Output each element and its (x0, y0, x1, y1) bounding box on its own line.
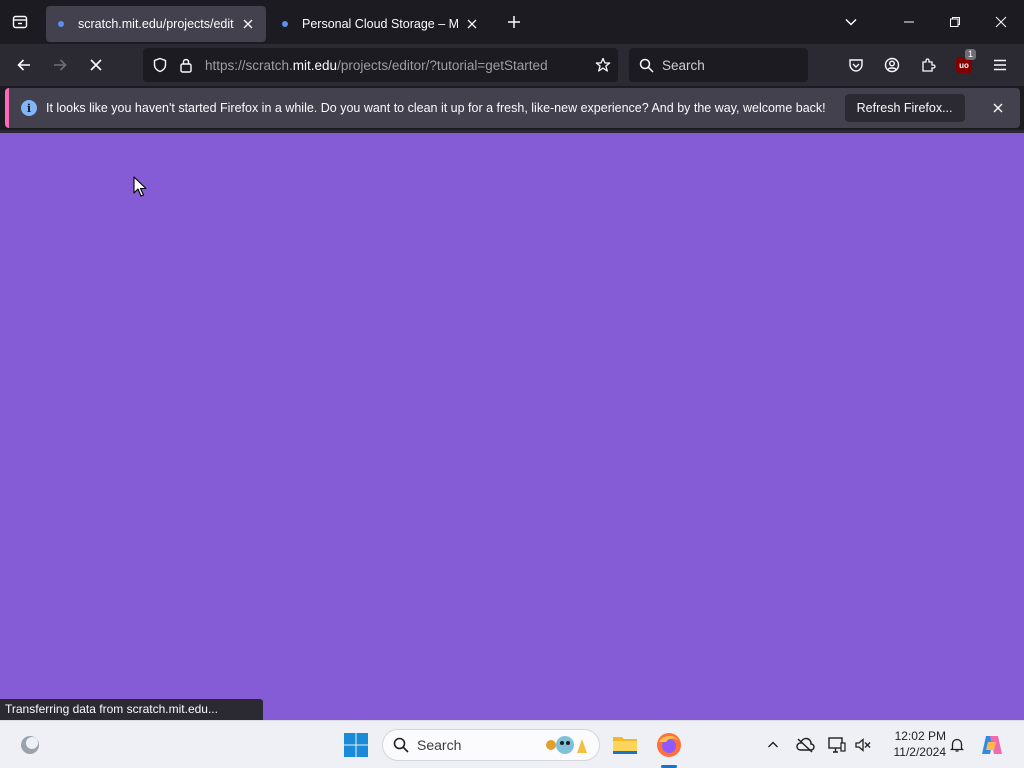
firefox-taskbar-icon[interactable] (653, 729, 685, 761)
list-all-tabs-button[interactable] (828, 0, 874, 44)
taskbar-clock[interactable]: 12:02 PM 11/2/2024 (880, 728, 947, 760)
refresh-firefox-button[interactable]: Refresh Firefox... (844, 94, 965, 122)
app-menu-button[interactable] (982, 49, 1018, 81)
ublock-origin-button[interactable]: uo 1 (946, 49, 982, 81)
url-domain: mit.edu (292, 57, 338, 73)
tab-close-icon[interactable] (464, 16, 480, 32)
notification-close-icon[interactable] (988, 98, 1008, 118)
minimize-button[interactable] (886, 0, 932, 44)
toolbar-buttons: uo 1 (838, 49, 1018, 81)
url-prefix: https://scratch. (205, 57, 293, 73)
notification-message: It looks like you haven't started Firefo… (46, 101, 826, 115)
puzzle-icon (922, 58, 936, 72)
account-button[interactable] (874, 49, 910, 81)
forward-arrow-icon (54, 59, 67, 71)
back-arrow-icon (17, 59, 30, 71)
status-panel: Transferring data from scratch.mit.edu..… (0, 699, 263, 720)
page-content-loading[interactable] (0, 133, 1024, 720)
search-bar[interactable]: Search (629, 48, 808, 82)
back-button[interactable] (6, 49, 42, 81)
account-icon (884, 57, 900, 73)
show-hidden-icons-chevron-up-icon[interactable] (763, 735, 783, 755)
tab-onedrive[interactable]: Personal Cloud Storage – Microsoft OneDr… (270, 6, 490, 42)
restore-icon (950, 17, 960, 27)
window-controls (828, 0, 1024, 44)
desktop-screen: scratch.mit.edu/projects/editor/?tutoria… (0, 0, 1024, 768)
taskbar-search-box[interactable]: Search (382, 729, 600, 761)
search-icon (639, 58, 654, 73)
minimize-icon (904, 21, 914, 23)
clock-date: 11/2/2024 (893, 745, 947, 759)
close-window-button[interactable] (978, 0, 1024, 44)
new-tab-button[interactable] (498, 6, 530, 38)
volume-muted-icon[interactable] (853, 735, 873, 755)
notification-bell-icon[interactable] (947, 735, 967, 755)
taskbar-search-placeholder: Search (417, 737, 462, 753)
clock-time: 12:02 PM (894, 729, 946, 743)
tab-strip: scratch.mit.edu/projects/editor/?tutoria… (0, 0, 1024, 44)
tab-title: Personal Cloud Storage – Microsoft OneDr… (302, 17, 458, 31)
windows-taskbar: Search 12:02 PM 11/2/2024 (0, 720, 1024, 768)
url-path: /projects/editor/?tutorial=getStarted (337, 57, 548, 73)
search-highlight-illustration-icon (546, 736, 587, 754)
chevron-down-icon (845, 18, 857, 26)
info-icon: i (21, 100, 37, 116)
network-display-icon[interactable] (827, 735, 847, 755)
mouse-cursor-icon (133, 176, 147, 203)
forward-button[interactable] (42, 49, 78, 81)
windows-start-icon[interactable] (343, 732, 369, 758)
restore-button[interactable] (932, 0, 978, 44)
tab-loading-dot-icon (58, 21, 64, 27)
pocket-icon (849, 59, 863, 72)
refresh-firefox-notification: i It looks like you haven't started Fire… (5, 88, 1020, 128)
stop-loading-button[interactable] (78, 49, 114, 81)
tab-loading-dot-icon (282, 21, 288, 27)
lock-icon[interactable] (173, 48, 199, 82)
search-icon (393, 737, 409, 753)
tab-close-icon[interactable] (240, 16, 256, 32)
star-icon (595, 57, 611, 72)
stop-icon (90, 59, 102, 71)
url-text[interactable]: https://scratch.mit.edu/projects/editor/… (205, 58, 588, 73)
address-bar[interactable]: https://scratch.mit.edu/projects/editor/… (143, 48, 618, 82)
navigation-toolbar: https://scratch.mit.edu/projects/editor/… (0, 44, 1024, 86)
copilot-icon[interactable] (980, 733, 1004, 757)
firefox-view-button[interactable] (0, 0, 40, 44)
onedrive-offline-icon[interactable] (795, 735, 815, 755)
bookmark-star-button[interactable] (588, 48, 618, 82)
pocket-button[interactable] (838, 49, 874, 81)
tab-title: scratch.mit.edu/projects/editor/?tutoria… (78, 17, 234, 31)
extensions-button[interactable] (910, 49, 946, 81)
extension-badge-count: 1 (964, 49, 976, 60)
firefox-view-icon (12, 15, 28, 29)
close-icon (995, 16, 1007, 28)
tracking-protection-shield-icon[interactable] (147, 48, 173, 82)
hamburger-menu-icon (994, 59, 1006, 71)
weather-widget-icon[interactable] (18, 733, 42, 757)
file-explorer-icon[interactable] (609, 729, 641, 761)
tab-scratch-editor[interactable]: scratch.mit.edu/projects/editor/?tutoria… (46, 6, 266, 42)
search-placeholder: Search (662, 57, 705, 73)
plus-icon (508, 16, 520, 28)
